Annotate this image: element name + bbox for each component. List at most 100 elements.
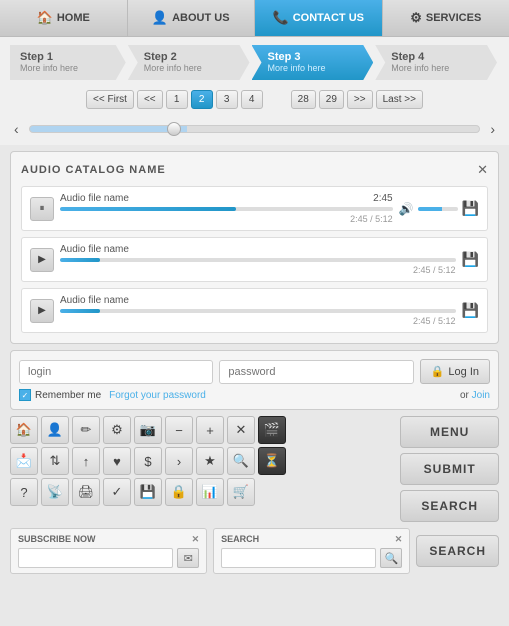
subscribe-close-button[interactable]: ✕ — [192, 534, 200, 545]
icon-camera[interactable]: 📷 — [134, 416, 162, 444]
audio-duration-3: 2:45 / 5:12 — [60, 316, 456, 326]
icon-plus[interactable]: + — [196, 416, 224, 444]
audio-progress-3[interactable] — [60, 309, 456, 313]
step-4-num: Step 4 — [391, 51, 449, 63]
search-button-large[interactable]: SEARCH — [416, 535, 499, 567]
icon-cart[interactable]: 🛒 — [227, 478, 255, 506]
steps-bar: Step 1 More info here Step 2 More info h… — [0, 37, 509, 84]
slider-left-arrow[interactable]: ‹ — [10, 119, 23, 139]
gear-icon: ⚙ — [410, 10, 422, 26]
pause-button-1[interactable]: ⏸ — [30, 197, 54, 221]
icon-minus[interactable]: − — [165, 416, 193, 444]
audio-progress-fill-1 — [60, 207, 236, 211]
volume-icon-1[interactable]: 🔊 — [399, 202, 414, 216]
forgot-password-link[interactable]: Forgot your password — [109, 390, 206, 401]
login-button[interactable]: 🔒 Log In — [420, 359, 490, 384]
volume-slider-1[interactable] — [418, 207, 458, 211]
icon-mail[interactable]: 📩 — [10, 447, 38, 475]
icon-search[interactable]: 🔍 — [227, 447, 255, 475]
nav-about[interactable]: 👤 ABOUT US — [128, 0, 256, 36]
page-4[interactable]: 4 — [241, 90, 263, 109]
icon-star[interactable]: ★ — [196, 447, 224, 475]
icon-sort[interactable]: ⇅ — [41, 447, 69, 475]
audio-item-2: ▶ Audio file name 2:45 / 5:12 💾 — [21, 237, 488, 282]
remember-checkbox[interactable]: ✓ — [19, 389, 31, 401]
icon-grids: 🏠 👤 ✏ ⚙ 📷 − + ✕ 🎬 📩 ⇅ ↑ ♥ $ › ★ 🔍 ⏳ ? — [10, 416, 317, 522]
play-button-3[interactable]: ▶ — [30, 299, 54, 323]
icon-spacer2 — [289, 447, 317, 475]
menu-button[interactable]: MENU — [400, 416, 499, 448]
search-large-button[interactable]: SEARCH — [400, 490, 499, 522]
search-label-text: SEARCH — [221, 534, 259, 545]
step-3[interactable]: Step 3 More info here — [252, 45, 374, 80]
nav-services[interactable]: ⚙ SERVICES — [383, 0, 509, 36]
search-close-button[interactable]: ✕ — [395, 534, 403, 545]
icon-grid-section: 🏠 👤 ✏ ⚙ 📷 − + ✕ 🎬 📩 ⇅ ↑ ♥ $ › ★ 🔍 ⏳ ? — [10, 416, 499, 522]
page-3[interactable]: 3 — [216, 90, 238, 109]
page-next2[interactable]: >> — [347, 90, 373, 109]
or-join-text: or Join — [460, 390, 490, 401]
password-input[interactable] — [219, 360, 413, 384]
audio-controls-2: 💾 — [462, 251, 479, 268]
save-button-1[interactable]: 💾 — [462, 200, 479, 217]
catalog-header: AUDIO CATALOG NAME ✕ — [21, 162, 488, 178]
icon-heart[interactable]: ♥ — [103, 447, 131, 475]
icon-video[interactable]: 🎬 — [258, 416, 286, 444]
icon-question[interactable]: ? — [10, 478, 38, 506]
remember-label-text: Remember me — [35, 390, 101, 401]
audio-time-1: 2:45 — [373, 193, 392, 204]
icon-close[interactable]: ✕ — [227, 416, 255, 444]
page-first[interactable]: << First — [86, 90, 134, 109]
icon-save[interactable]: 💾 — [134, 478, 162, 506]
icon-home[interactable]: 🏠 — [10, 416, 38, 444]
login-input[interactable] — [19, 360, 213, 384]
icon-arrow[interactable]: › — [165, 447, 193, 475]
search-input[interactable] — [221, 548, 376, 568]
remember-me-label[interactable]: ✓ Remember me — [19, 389, 101, 401]
search-submit-button[interactable]: 🔍 — [380, 548, 402, 568]
slider-right-arrow[interactable]: › — [486, 119, 499, 139]
icon-lock[interactable]: 🔒 — [165, 478, 193, 506]
audio-item-3: ▶ Audio file name 2:45 / 5:12 💾 — [21, 288, 488, 333]
phone-icon: 📞 — [273, 10, 289, 26]
slider-track[interactable] — [29, 125, 481, 133]
page-last[interactable]: Last >> — [376, 90, 423, 109]
step-4[interactable]: Step 4 More info here — [375, 45, 497, 80]
subscribe-input[interactable] — [18, 548, 173, 568]
icon-rss[interactable]: 📡 — [41, 478, 69, 506]
page-29[interactable]: 29 — [319, 90, 344, 109]
icon-chart[interactable]: 📊 — [196, 478, 224, 506]
nav-contact-label: CONTACT US — [293, 12, 364, 24]
join-link[interactable]: Join — [472, 390, 490, 401]
save-button-2[interactable]: 💾 — [462, 251, 479, 268]
catalog-close-button[interactable]: ✕ — [477, 162, 488, 178]
nav-contact[interactable]: 📞 CONTACT US — [255, 0, 383, 36]
play-button-2[interactable]: ▶ — [30, 248, 54, 272]
icon-settings[interactable]: ⚙ — [103, 416, 131, 444]
icon-up[interactable]: ↑ — [72, 447, 100, 475]
icon-grid-row3: ? 📡 🖨 ✓ 💾 🔒 📊 🛒 — [10, 478, 317, 506]
page-2[interactable]: 2 — [191, 90, 213, 109]
subscribe-send-button[interactable]: ✉ — [177, 548, 199, 568]
page-prev2[interactable]: << — [137, 90, 163, 109]
audio-progress-2[interactable] — [60, 258, 456, 262]
page-1[interactable]: 1 — [166, 90, 188, 109]
save-button-3[interactable]: 💾 — [462, 302, 479, 319]
pagination: << First << 1 2 3 4 28 29 >> Last >> — [0, 84, 509, 115]
login-row: 🔒 Log In — [19, 359, 490, 384]
icon-print[interactable]: 🖨 — [72, 478, 100, 506]
slider-thumb[interactable] — [167, 122, 181, 136]
page-28[interactable]: 28 — [291, 90, 316, 109]
or-text: or — [460, 390, 469, 401]
icon-hourglass[interactable]: ⏳ — [258, 447, 286, 475]
sub-search-row: SUBSCRIBE NOW ✕ ✉ SEARCH ✕ 🔍 SEARCH — [10, 528, 499, 574]
step-1[interactable]: Step 1 More info here — [10, 45, 126, 80]
icon-check[interactable]: ✓ — [103, 478, 131, 506]
icon-user[interactable]: 👤 — [41, 416, 69, 444]
audio-progress-1[interactable] — [60, 207, 393, 211]
submit-button[interactable]: SUBMIT — [400, 453, 499, 485]
icon-dollar[interactable]: $ — [134, 447, 162, 475]
nav-home[interactable]: 🏠 HOME — [0, 0, 128, 36]
icon-edit[interactable]: ✏ — [72, 416, 100, 444]
step-2[interactable]: Step 2 More info here — [128, 45, 250, 80]
